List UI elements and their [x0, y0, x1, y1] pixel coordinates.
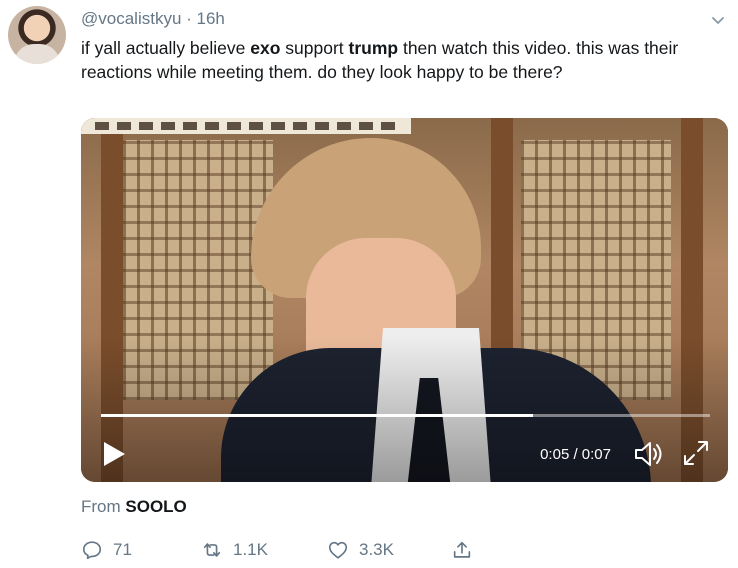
avatar[interactable] [8, 6, 66, 64]
video-progress-fill [101, 414, 534, 417]
video-progress-bar[interactable] [101, 414, 710, 417]
text-bold-exo: exo [250, 38, 281, 58]
video-source: From SOOLO [81, 497, 187, 517]
retweet-count: 1.1K [233, 540, 268, 559]
share-button[interactable] [451, 538, 483, 562]
reply-icon [82, 541, 102, 560]
volume-icon[interactable] [633, 440, 665, 468]
retweet-button[interactable]: 1.1K [201, 538, 268, 562]
play-icon[interactable] [101, 440, 127, 468]
source-name[interactable]: SOOLO [125, 497, 186, 516]
reply-button[interactable]: 71 [81, 538, 132, 562]
text-part-1: if yall actually believe [81, 38, 251, 58]
reply-count: 71 [113, 540, 132, 559]
user-handle[interactable]: @vocalistkyu [81, 9, 181, 28]
text-bold-trump: trump [348, 38, 399, 58]
tweet-time[interactable]: 16h [197, 9, 225, 28]
like-button[interactable]: 3.3K [327, 538, 394, 562]
video-shade [81, 118, 728, 482]
heart-icon [328, 541, 348, 559]
separator: · [181, 9, 197, 28]
tweet-text: if yall actually believe exo support tru… [81, 36, 711, 84]
avatar-shirt [14, 44, 60, 64]
chevron-down-icon[interactable] [710, 12, 726, 28]
video-player[interactable]: 0:05 / 0:07 [81, 118, 728, 482]
video-time: 0:05 / 0:07 [540, 446, 611, 463]
retweet-icon [203, 543, 221, 557]
like-count: 3.3K [359, 540, 394, 559]
share-icon [453, 541, 471, 558]
tweet-header: @vocalistkyu · 16h [81, 9, 225, 29]
source-prefix: From [81, 497, 126, 516]
text-part-2: support [280, 38, 349, 58]
fullscreen-icon[interactable] [681, 438, 711, 468]
